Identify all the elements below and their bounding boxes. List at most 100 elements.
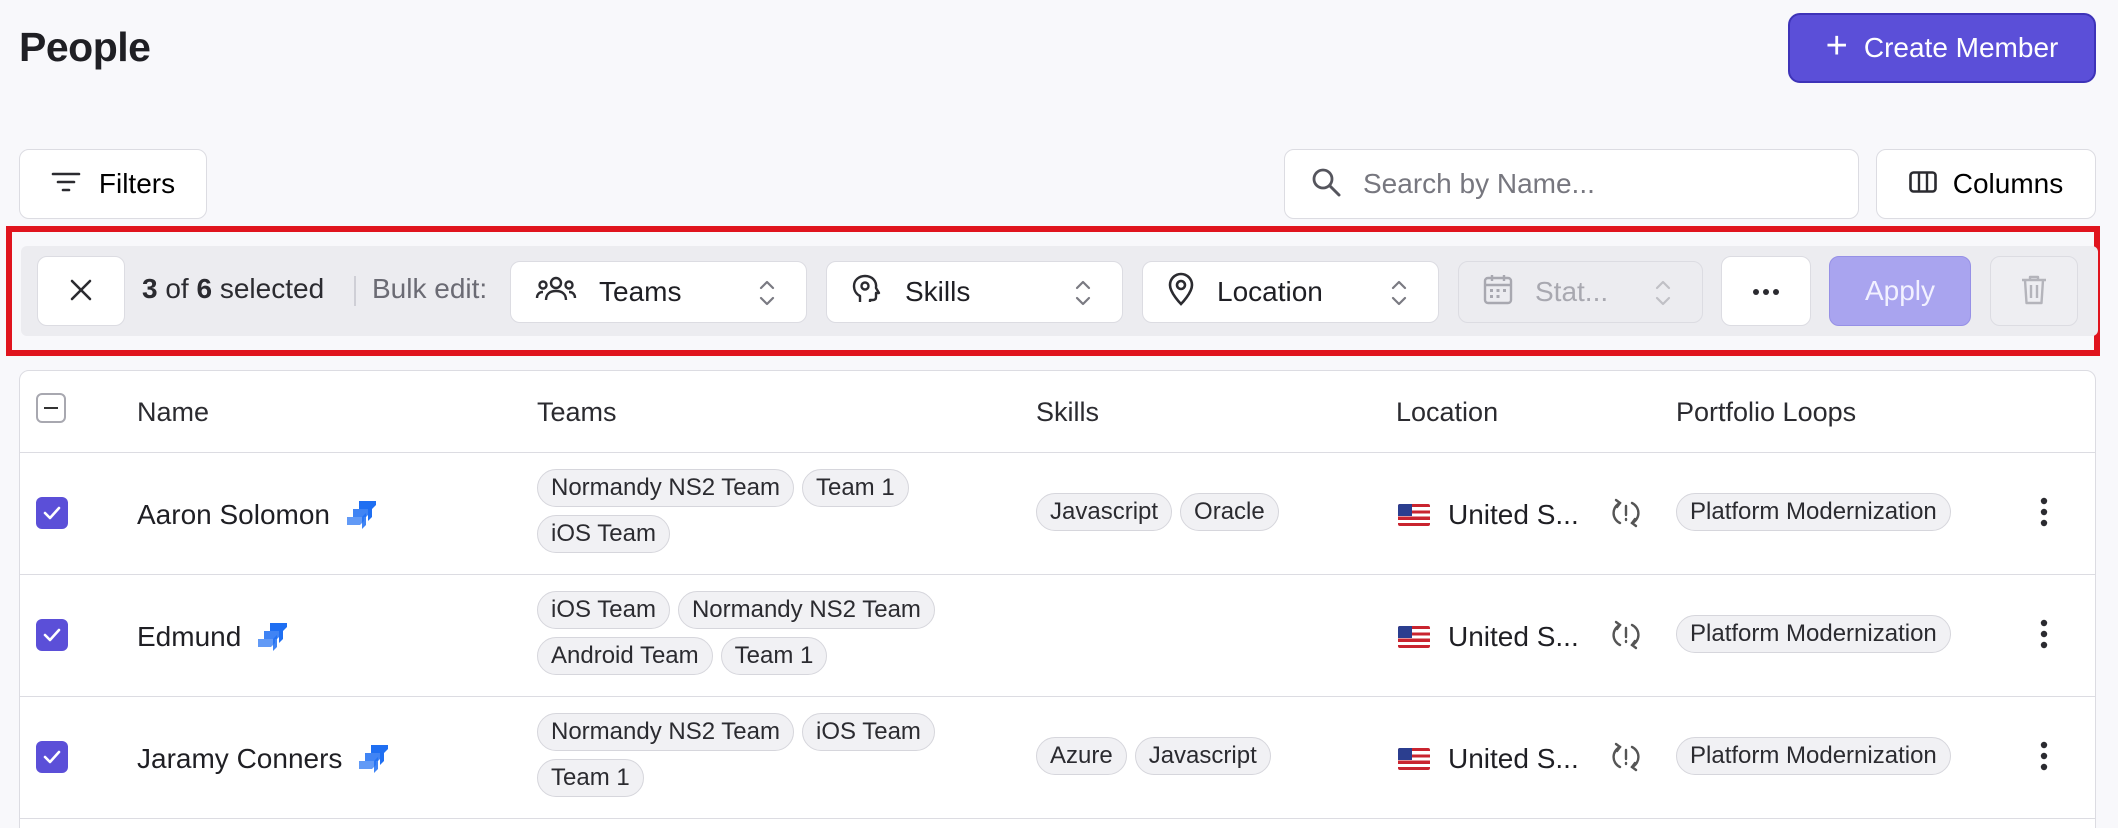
bulk-edit-label: Bulk edit: [372, 273, 488, 304]
delete-button[interactable] [1990, 256, 2078, 326]
chevron-up-down-icon [1074, 278, 1092, 315]
member-name[interactable]: Edmund [137, 621, 289, 653]
row-actions-icon[interactable] [2040, 619, 2048, 649]
us-flag-icon [1398, 504, 1430, 526]
head-brain-icon [851, 273, 883, 312]
bulk-teams-label: Teams [599, 276, 682, 307]
calendar-icon [1483, 273, 1513, 312]
jira-icon [258, 623, 288, 651]
bulk-location-label: Location [1217, 276, 1323, 307]
jira-icon [359, 745, 389, 773]
skill-tag: Javascript [1036, 493, 1173, 531]
columns-button[interactable]: Columns [1876, 149, 2096, 219]
column-header-portfolio-loops[interactable]: Portfolio Loops [1676, 397, 1856, 428]
member-name[interactable]: Jaramy Conners [137, 743, 390, 775]
checkmark-icon [43, 628, 61, 642]
columns-icon [1908, 168, 1937, 200]
table-header: Name Teams Skills Location Portfolio Loo… [20, 371, 2095, 453]
team-tag: iOS Team [537, 515, 670, 553]
chevron-up-down-icon [758, 278, 776, 315]
team-tag: Android Team [537, 637, 713, 675]
bulk-skills-label: Skills [905, 276, 971, 307]
bulk-status-select[interactable]: Stat... [1458, 261, 1703, 323]
table-row[interactable]: Aaron Solomon Normandy NS2 Team Team 1 i… [20, 453, 2095, 575]
teams-tags: iOS Team Normandy NS2 Team Android Team … [537, 591, 977, 675]
create-member-label: Create Member [1863, 32, 2059, 63]
column-header-teams[interactable]: Teams [537, 397, 617, 428]
selection-count: 3 of 6 selected [142, 273, 325, 304]
team-tag: Team 1 [720, 637, 828, 675]
table-row[interactable]: Edmund iOS Team Normandy NS2 Team Androi… [20, 575, 2095, 697]
location-cell: United S... [1398, 743, 1579, 775]
location-cell: United S... [1398, 499, 1579, 531]
skills-tags: Azure Javascript [1036, 737, 1376, 775]
columns-label: Columns [1952, 168, 2064, 199]
portfolio-loop-tags: Platform Modernization [1676, 615, 1951, 653]
checkmark-icon [43, 506, 61, 520]
us-flag-icon [1398, 748, 1430, 770]
people-table: Name Teams Skills Location Portfolio Loo… [19, 370, 2096, 828]
page-title: People [19, 24, 151, 70]
checkmark-icon [43, 750, 61, 764]
chevron-up-down-icon [1654, 278, 1672, 315]
sync-warning-icon [1612, 498, 1640, 528]
row-checkbox[interactable] [36, 619, 68, 651]
skill-tag: Azure [1036, 737, 1127, 775]
filters-button[interactable]: Filters [19, 149, 207, 219]
skill-tag: Oracle [1180, 493, 1279, 531]
portfolio-loop-tags: Platform Modernization [1676, 737, 1951, 775]
team-tag: Normandy NS2 Team [677, 591, 935, 629]
ellipsis-icon [1752, 284, 1780, 299]
portfolio-loop-tag: Platform Modernization [1676, 737, 1951, 775]
search-box[interactable] [1284, 149, 1859, 219]
bulk-edit-bar: 3 of 6 selected Bulk edit: Teams Skills … [21, 246, 2098, 336]
team-tag: Normandy NS2 Team [537, 469, 794, 507]
clear-selection-button[interactable] [37, 256, 125, 326]
bulk-status-label: Stat... [1535, 276, 1609, 307]
table-row[interactable]: Jaramy Conners Normandy NS2 Team iOS Tea… [20, 697, 2095, 819]
row-checkbox[interactable] [36, 497, 68, 529]
bulk-skills-select[interactable]: Skills [826, 261, 1123, 323]
bulk-teams-select[interactable]: Teams [510, 261, 807, 323]
column-header-name[interactable]: Name [137, 397, 209, 428]
teams-tags: Normandy NS2 Team iOS Team Team 1 [537, 713, 977, 797]
teams-tags: Normandy NS2 Team Team 1 iOS Team [537, 469, 977, 553]
people-group-icon [535, 276, 577, 309]
portfolio-loop-tag: Platform Modernization [1676, 493, 1951, 531]
trash-icon [2021, 275, 2047, 308]
column-header-skills[interactable]: Skills [1036, 397, 1099, 428]
row-actions-icon[interactable] [2040, 741, 2048, 771]
team-tag: Team 1 [801, 469, 909, 507]
portfolio-loop-tag: Platform Modernization [1676, 615, 1951, 653]
member-name[interactable]: Aaron Solomon [137, 499, 378, 531]
us-flag-icon [1398, 626, 1430, 648]
skill-tag: Javascript [1134, 737, 1271, 775]
search-input[interactable] [1363, 168, 1823, 200]
portfolio-loop-tags: Platform Modernization [1676, 493, 1951, 531]
skills-tags: Javascript Oracle [1036, 493, 1376, 531]
sync-warning-icon [1612, 742, 1640, 772]
sync-warning-icon [1612, 620, 1640, 650]
jira-icon [347, 501, 377, 529]
create-member-button[interactable]: + Create Member [1788, 13, 2096, 83]
plus-icon: + [1825, 25, 1848, 67]
bulk-location-select[interactable]: Location [1142, 261, 1439, 323]
more-options-button[interactable] [1721, 256, 1811, 326]
chevron-up-down-icon [1390, 278, 1408, 315]
team-tag: iOS Team [801, 713, 935, 751]
close-icon [69, 278, 93, 305]
select-all-checkbox[interactable] [36, 393, 66, 423]
column-header-location[interactable]: Location [1396, 397, 1498, 428]
team-tag: Team 1 [537, 759, 644, 797]
search-icon [1311, 167, 1341, 202]
location-cell: United S... [1398, 621, 1579, 653]
row-actions-icon[interactable] [2040, 497, 2048, 527]
divider [354, 276, 356, 306]
team-tag: Normandy NS2 Team [537, 713, 794, 751]
apply-button[interactable]: Apply [1829, 256, 1971, 326]
row-checkbox[interactable] [36, 741, 68, 773]
filters-label: Filters [98, 168, 176, 199]
filter-lines-icon [51, 168, 81, 200]
map-pin-icon [1167, 272, 1195, 313]
team-tag: iOS Team [537, 591, 670, 629]
